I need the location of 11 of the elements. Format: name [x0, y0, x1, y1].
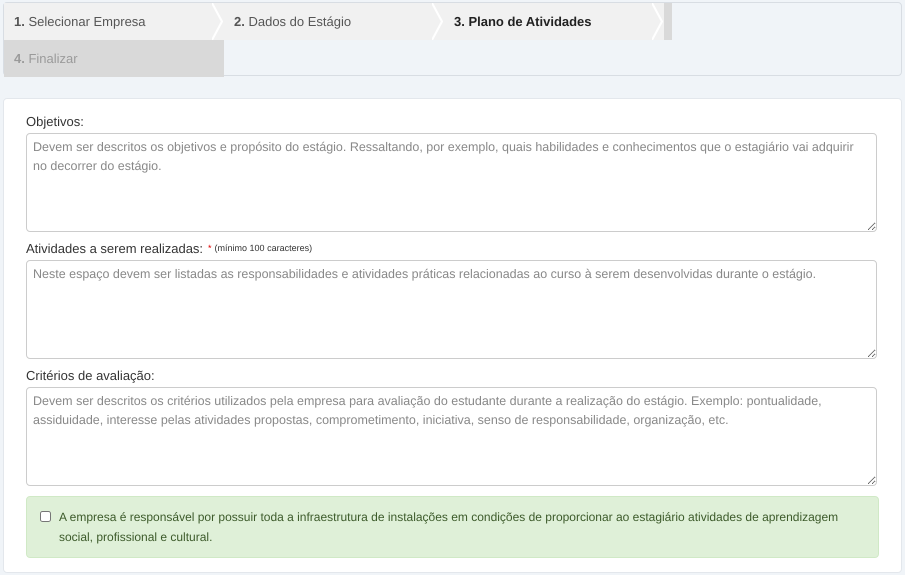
field-label: Atividades a serem realizadas:	[26, 240, 204, 258]
required-mark: *	[208, 242, 212, 256]
agreement-text: A empresa é responsável por possuir toda a infraestrutura de instalações em condições de proporcionar ao estagiário atividades de aprendizagem social, profissional e cultural.	[59, 509, 840, 546]
checkbox[interactable]	[40, 511, 51, 522]
field-label: Objetivos:	[26, 113, 84, 132]
wizard-step[interactable]: 1. Selecionar Empresa	[4, 3, 224, 40]
text-area[interactable]: Neste espaço devem ser listadas as responsabilidades e atividades práticas relacionadas ao curso à serem desenvolvidas durante o estágio.	[26, 260, 877, 359]
text-area[interactable]: Devem ser descritos os critérios utilizados pela empresa para avaliação do estudante durante a realização do estágio. Exemplo: pontualidade, assiduidade, interesse pelas atividades propostas, comprometimento, iniciativa, senso de responsabilidade, organização, etc.	[26, 387, 877, 486]
field-label: Critérios de avaliação:	[26, 367, 155, 386]
text-area[interactable]: Devem ser descritos os objetivos e propósito do estágio. Ressaltando, por exemplo, quais habilidades e conhecimentos que o estagiário vai adquirir no decorrer do estágio.	[26, 133, 877, 232]
field-note: (mínimo 100 caracteres)	[214, 242, 312, 256]
